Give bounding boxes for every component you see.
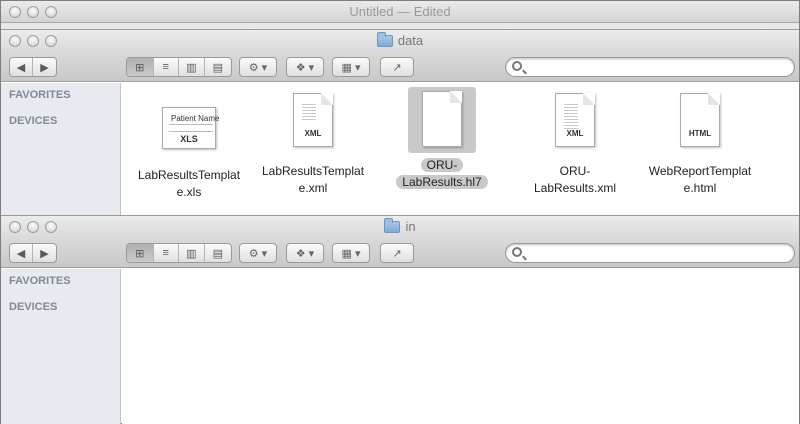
search-icon — [512, 247, 522, 257]
file-name: LabResultsTemplat e.xml — [261, 164, 365, 195]
arrange-button[interactable]: ▦ ▾ — [332, 57, 370, 77]
dropbox-button[interactable]: ❖ ▾ — [286, 57, 324, 77]
file-name: LabResultsTemplat e.xls — [137, 168, 241, 199]
dropbox-button[interactable]: ❖ ▾ — [286, 243, 324, 263]
file-item-selected[interactable]: ORU- LabResults.hl7 — [382, 87, 502, 191]
gear-icon: ⚙ ▾ — [248, 61, 268, 74]
arrange-icon: ▦ ▾ — [341, 247, 361, 260]
finder-title-bar: data — [1, 30, 799, 52]
xml-document-icon: XML — [547, 93, 603, 157]
html-document-icon: HTML — [672, 93, 728, 157]
file-name: WebReportTemplat e.html — [648, 164, 752, 195]
finder-title-bar: in — [1, 216, 799, 238]
file-type-label: XML — [566, 129, 584, 138]
dropbox-icon: ❖ ▾ — [295, 247, 315, 260]
column-view-icon: ▥ — [186, 247, 197, 260]
back-forward-control: ◀ ▶ — [9, 243, 57, 263]
forward-button[interactable]: ▶ — [33, 244, 56, 262]
gear-icon: ⚙ ▾ — [248, 247, 268, 260]
coverflow-view-icon: ▤ — [212, 61, 223, 74]
chevron-left-icon: ◀ — [16, 61, 26, 74]
sidebar-devices-header[interactable]: DEVICES — [1, 301, 57, 313]
forward-button[interactable]: ▶ — [33, 58, 56, 76]
folder-name: in — [405, 219, 416, 234]
list-view-icon: ≡ — [162, 247, 169, 259]
xml-document-icon: XML — [285, 93, 341, 157]
generic-document-icon — [408, 87, 476, 153]
action-button[interactable]: ⚙ ▾ — [239, 57, 277, 77]
outer-window-title: Untitled — Edited — [349, 4, 451, 19]
sidebar-favorites-header[interactable]: FAVORITES — [1, 275, 71, 287]
sidebar: FAVORITES DEVICES — [1, 83, 121, 216]
file-type-label: HTML — [688, 129, 712, 138]
file-name: ORU- LabResults.hl7 — [382, 157, 502, 191]
outer-window: Untitled — Edited data ◀ ▶ ⊞ ≡ ▥ ▤ ⚙ ▾ ❖… — [0, 0, 800, 424]
file-area — [122, 269, 799, 424]
share-icon: ↗ — [392, 61, 402, 74]
file-item[interactable]: HTML WebReportTemplat e.html — [640, 93, 760, 197]
icon-view-icon: ⊞ — [135, 247, 145, 260]
search-field[interactable] — [505, 57, 795, 77]
search-field[interactable] — [505, 243, 795, 263]
finder-window-in: in ◀ ▶ ⊞ ≡ ▥ ▤ ⚙ ▾ ❖ ▾ ▦ ▾ ↗ FAVORITES D… — [1, 215, 799, 424]
search-icon — [512, 61, 522, 71]
file-item[interactable]: XML ORU- LabResults.xml — [515, 93, 635, 197]
dropbox-icon: ❖ ▾ — [295, 61, 315, 74]
window-title: in — [1, 217, 799, 234]
sidebar: FAVORITES DEVICES — [1, 269, 121, 424]
chevron-right-icon: ▶ — [40, 61, 49, 74]
arrange-icon: ▦ ▾ — [341, 61, 361, 74]
file-area: Patient Name XLS LabResultsTemplat e.xls… — [122, 83, 799, 216]
icon-view-icon: ⊞ — [135, 61, 145, 74]
view-mode-control: ⊞ ≡ ▥ ▤ — [126, 57, 232, 77]
coverflow-view-button[interactable]: ▤ — [205, 244, 231, 262]
file-item[interactable]: XML LabResultsTemplat e.xml — [253, 93, 373, 197]
xls-document-icon: Patient Name XLS — [161, 97, 220, 161]
view-mode-control: ⊞ ≡ ▥ ▤ — [126, 243, 232, 263]
folder-name: data — [397, 33, 424, 48]
list-view-icon: ≡ — [162, 61, 169, 73]
chevron-right-icon: ▶ — [40, 247, 49, 260]
toolbar: ◀ ▶ ⊞ ≡ ▥ ▤ ⚙ ▾ ❖ ▾ ▦ ▾ ↗ — [1, 238, 799, 268]
list-view-button[interactable]: ≡ — [154, 58, 180, 76]
coverflow-view-button[interactable]: ▤ — [205, 58, 231, 76]
back-forward-control: ◀ ▶ — [9, 57, 57, 77]
action-button[interactable]: ⚙ ▾ — [239, 243, 277, 263]
column-view-button[interactable]: ▥ — [179, 244, 205, 262]
share-icon: ↗ — [392, 247, 402, 260]
list-view-button[interactable]: ≡ — [154, 244, 180, 262]
xls-preview-text: Patient Name — [171, 114, 220, 123]
share-button[interactable]: ↗ — [380, 57, 414, 77]
file-name: ORU- LabResults.xml — [533, 164, 617, 195]
arrange-button[interactable]: ▦ ▾ — [332, 243, 370, 263]
icon-view-button[interactable]: ⊞ — [127, 58, 154, 76]
folder-icon — [376, 31, 393, 47]
back-button[interactable]: ◀ — [10, 58, 34, 76]
finder-window-data: data ◀ ▶ ⊞ ≡ ▥ ▤ ⚙ ▾ ❖ ▾ ▦ ▾ ↗ FAVORITES — [1, 29, 799, 216]
share-button[interactable]: ↗ — [380, 243, 414, 263]
sidebar-favorites-header[interactable]: FAVORITES — [1, 89, 71, 101]
file-item[interactable]: Patient Name XLS LabResultsTemplat e.xls — [129, 97, 249, 201]
column-view-button[interactable]: ▥ — [179, 58, 205, 76]
icon-view-button[interactable]: ⊞ — [127, 244, 154, 262]
column-view-icon: ▥ — [186, 61, 197, 74]
coverflow-view-icon: ▤ — [212, 247, 223, 260]
chevron-left-icon: ◀ — [16, 247, 26, 260]
sidebar-devices-header[interactable]: DEVICES — [1, 115, 57, 127]
back-button[interactable]: ◀ — [10, 244, 34, 262]
toolbar: ◀ ▶ ⊞ ≡ ▥ ▤ ⚙ ▾ ❖ ▾ ▦ ▾ ↗ — [1, 52, 799, 82]
window-title: data — [1, 31, 799, 48]
folder-icon — [384, 217, 401, 233]
outer-title-bar: Untitled — Edited — [1, 1, 799, 23]
file-type-label: XML — [304, 129, 322, 138]
file-type-label: XLS — [180, 134, 198, 144]
